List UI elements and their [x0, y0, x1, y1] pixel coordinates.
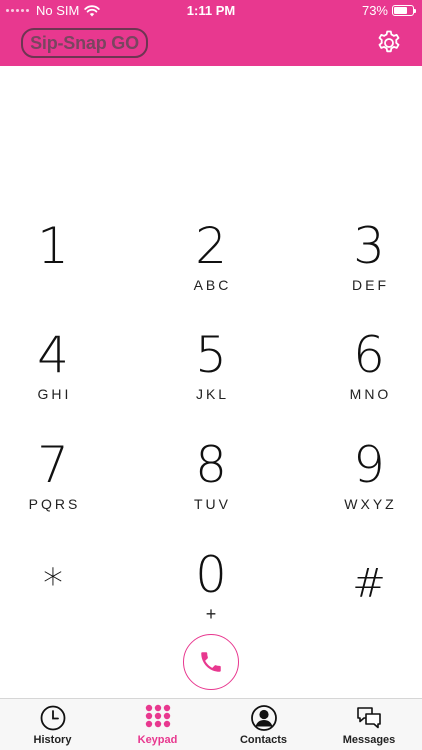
- key-digit: 9: [353, 436, 385, 494]
- chat-bubbles-icon: [357, 707, 381, 729]
- tab-label: Contacts: [239, 734, 288, 746]
- contact-icon: [250, 705, 277, 731]
- key-letters: DEF: [352, 277, 389, 293]
- key-letters: ABC: [193, 277, 232, 293]
- keypad-icon: [145, 704, 170, 728]
- tab-history[interactable]: History: [0, 699, 105, 750]
- key-digit: 6: [353, 326, 385, 384]
- key-star[interactable]: *: [0, 555, 123, 655]
- key-letters: GHI: [37, 386, 72, 402]
- key-digit: *: [43, 561, 63, 607]
- key-0[interactable]: 0 +: [141, 546, 281, 646]
- key-3[interactable]: 3 DEF: [299, 217, 422, 317]
- app-logo: Sip-Snap GO: [21, 28, 148, 58]
- tab-label: History: [33, 734, 72, 746]
- key-9[interactable]: 9 WXYZ: [299, 436, 422, 536]
- tab-keypad[interactable]: Keypad: [105, 699, 210, 750]
- tab-label: Keypad: [137, 734, 178, 746]
- key-7[interactable]: 7 PQRS: [0, 436, 123, 536]
- key-2[interactable]: 2 ABC: [141, 217, 281, 317]
- key-digit: 0: [195, 546, 227, 604]
- key-letters: PQRS: [28, 496, 81, 512]
- battery-icon: [392, 5, 416, 16]
- tab-bar: History Keypad Contacts Messages: [0, 698, 422, 750]
- key-digit: 4: [37, 326, 69, 384]
- key-digit: #: [352, 561, 386, 607]
- call-button[interactable]: [183, 634, 239, 690]
- key-6[interactable]: 6 MNO: [299, 326, 422, 426]
- app-logo-text: Sip-Snap GO: [30, 32, 139, 53]
- key-4[interactable]: 4 GHI: [0, 326, 123, 426]
- key-5[interactable]: 5 JKL: [141, 326, 281, 426]
- key-digit: 1: [37, 217, 69, 275]
- key-digit: 3: [353, 217, 385, 275]
- key-digit: 2: [195, 217, 227, 275]
- tab-label: Messages: [342, 734, 396, 746]
- gear-icon[interactable]: [375, 29, 403, 57]
- key-8[interactable]: 8 TUV: [141, 436, 281, 536]
- key-hash[interactable]: #: [299, 555, 422, 655]
- key-1[interactable]: 1: [0, 217, 123, 317]
- battery-percent: 73%: [361, 3, 388, 18]
- status-time: 1:11 PM: [186, 3, 236, 18]
- app-header: No SIM 1:11 PM 73% Sip-Snap GO: [0, 0, 422, 66]
- battery-fill: [394, 7, 407, 14]
- status-right: 73%: [361, 3, 416, 18]
- key-letters: MNO: [349, 386, 392, 402]
- tab-messages[interactable]: Messages: [316, 699, 422, 750]
- key-digit: 5: [195, 326, 227, 384]
- key-letters: JKL: [195, 386, 230, 402]
- key-digit: 7: [37, 436, 69, 494]
- phone-icon: [201, 652, 221, 672]
- tab-contacts[interactable]: Contacts: [211, 699, 316, 750]
- key-letters: +: [205, 604, 220, 624]
- key-digit: 8: [195, 436, 227, 494]
- status-bar: No SIM 1:11 PM 73%: [0, 0, 422, 22]
- clock-icon: [40, 705, 65, 731]
- key-letters: TUV: [194, 496, 231, 512]
- key-letters: WXYZ: [344, 496, 397, 512]
